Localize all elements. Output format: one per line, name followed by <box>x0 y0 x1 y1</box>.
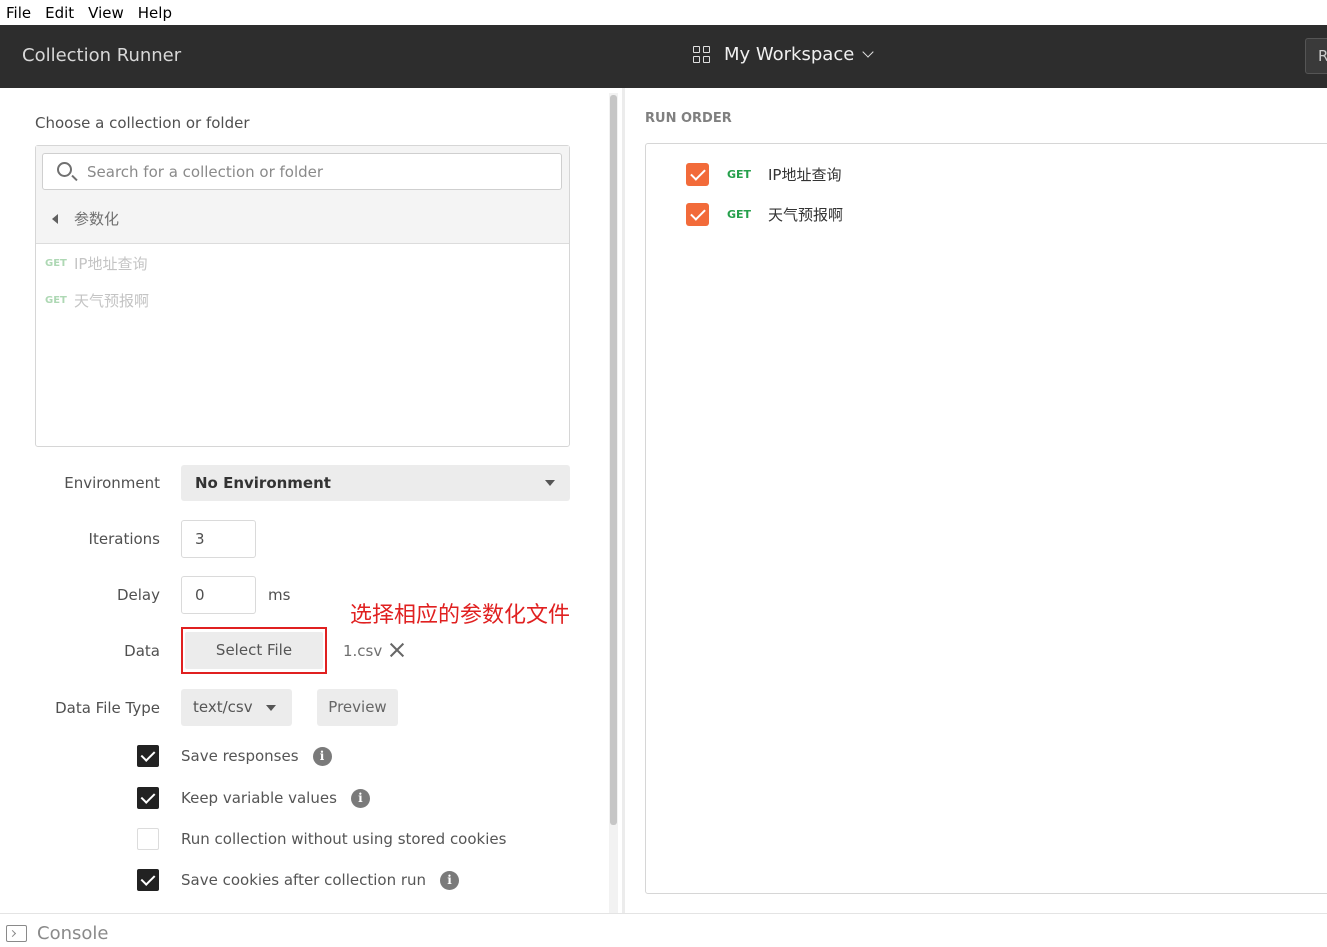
option-no-stored-cookies: Run collection without using stored cook… <box>137 828 506 850</box>
select-file-button[interactable]: Select File <box>185 632 323 669</box>
no-stored-cookies-checkbox[interactable] <box>137 828 159 850</box>
left-scrollbar[interactable] <box>609 93 618 913</box>
option-label: Keep variable values <box>181 789 337 807</box>
collection-picker-header: 参数化 <box>36 146 569 244</box>
data-label: Data <box>124 642 160 660</box>
request-item[interactable]: GET 天气预报啊 <box>45 290 149 311</box>
request-name: 天气预报啊 <box>74 292 150 310</box>
app-title: Collection Runner <box>22 45 182 66</box>
workspace-switcher[interactable]: My Workspace <box>693 44 874 65</box>
title-bar: Collection Runner My Workspace R <box>0 25 1327 88</box>
search-input[interactable] <box>87 160 547 184</box>
annotation-text: 选择相应的参数化文件 <box>350 603 571 628</box>
run-order-label: RUN ORDER <box>645 111 732 126</box>
status-bar: Console <box>0 913 1327 947</box>
option-save-cookies: Save cookies after collection run i <box>137 869 460 891</box>
workspace-grid-icon <box>693 46 710 63</box>
run-order-item[interactable]: GET 天气预报啊 <box>686 203 843 226</box>
iterations-label: Iterations <box>88 530 160 548</box>
chevron-down-icon <box>862 46 874 58</box>
console-button[interactable]: Console <box>37 923 108 944</box>
delay-label: Delay <box>116 586 160 604</box>
run-item-checkbox[interactable] <box>686 203 709 226</box>
info-icon[interactable]: i <box>350 788 370 808</box>
option-label: Save cookies after collection run <box>181 871 427 889</box>
option-keep-variable-values: Keep variable values i <box>137 787 370 809</box>
data-file-name: 1.csv <box>343 642 383 660</box>
collection-picker: 参数化 GET IP地址查询 GET 天气预报啊 <box>35 145 570 447</box>
preview-button[interactable]: Preview <box>317 689 398 726</box>
save-cookies-checkbox[interactable] <box>137 869 159 891</box>
run-item-name: 天气预报啊 <box>768 206 844 224</box>
caret-left-icon <box>52 213 58 224</box>
run-item-method: GET <box>727 208 752 221</box>
caret-down-icon <box>545 480 555 486</box>
menu-edit[interactable]: Edit <box>45 4 74 22</box>
environment-value: No Environment <box>195 474 331 492</box>
workspace-name: My Workspace <box>724 44 855 65</box>
panel-divider[interactable] <box>622 88 625 913</box>
request-method: GET <box>45 295 67 306</box>
run-order-item[interactable]: GET IP地址查询 <box>686 163 841 186</box>
menu-bar: File Edit View Help <box>0 0 1327 25</box>
data-file-type-label: Data File Type <box>55 699 160 717</box>
keep-variable-values-checkbox[interactable] <box>137 787 159 809</box>
folder-back-row[interactable]: 参数化 <box>52 208 119 229</box>
iterations-input[interactable]: 3 <box>181 520 256 558</box>
menu-file[interactable]: File <box>6 4 31 22</box>
header-right-button[interactable]: R <box>1305 38 1327 74</box>
run-item-method: GET <box>727 168 752 181</box>
search-box[interactable] <box>42 153 562 190</box>
data-file-type-value: text/csv <box>193 698 253 716</box>
run-order-list: GET IP地址查询 GET 天气预报啊 <box>645 143 1327 894</box>
run-item-checkbox[interactable] <box>686 163 709 186</box>
option-label: Save responses <box>181 747 299 765</box>
select-file-highlight: Select File <box>181 627 327 674</box>
menu-view[interactable]: View <box>88 4 124 22</box>
run-item-name: IP地址查询 <box>768 166 842 184</box>
environment-label: Environment <box>64 474 160 492</box>
info-icon[interactable]: i <box>312 746 332 766</box>
option-save-responses: Save responses i <box>137 745 332 767</box>
scrollbar-thumb[interactable] <box>610 95 617 825</box>
data-file-type-select[interactable]: text/csv <box>181 689 292 726</box>
search-icon <box>57 162 72 177</box>
environment-select[interactable]: No Environment <box>181 465 570 501</box>
save-responses-checkbox[interactable] <box>137 745 159 767</box>
menu-help[interactable]: Help <box>138 4 172 22</box>
caret-down-icon <box>266 705 276 711</box>
delay-unit: ms <box>268 586 291 604</box>
close-icon[interactable] <box>388 642 405 659</box>
request-name: IP地址查询 <box>74 255 148 273</box>
choose-collection-label: Choose a collection or folder <box>35 114 250 132</box>
delay-input[interactable]: 0 <box>181 576 256 614</box>
folder-name: 参数化 <box>74 210 120 228</box>
request-item[interactable]: GET IP地址查询 <box>45 253 147 274</box>
option-label: Run collection without using stored cook… <box>181 830 507 848</box>
request-method: GET <box>45 258 67 269</box>
info-icon[interactable]: i <box>440 870 460 890</box>
console-icon[interactable] <box>6 925 27 942</box>
